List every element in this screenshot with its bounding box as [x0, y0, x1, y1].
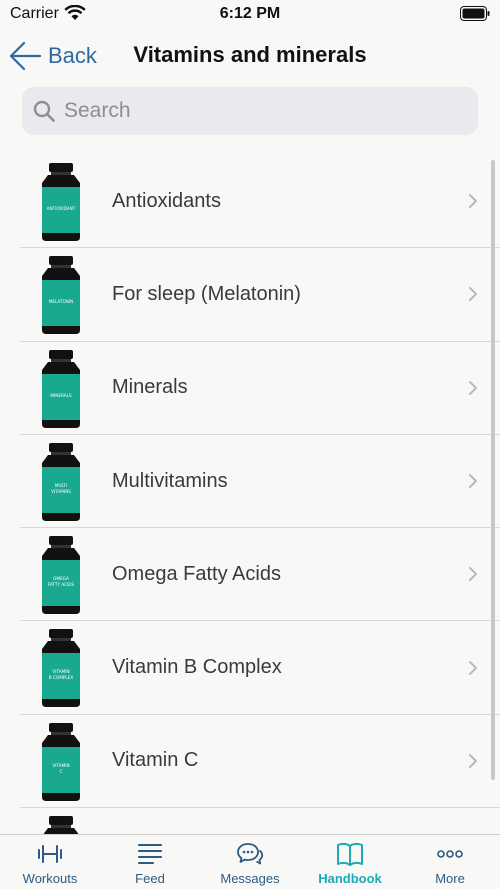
list-item-label: Vitamin B Complex: [112, 656, 282, 679]
navigation-bar: Back Vitamins and minerals: [0, 30, 500, 82]
tab-label: Messages: [220, 871, 280, 886]
bottle-label-text: VITAMIN: [52, 763, 69, 768]
more-dots-icon: [437, 850, 463, 858]
bottle-label-text: MINERALS: [50, 393, 72, 398]
tab-label: Feed: [135, 871, 165, 886]
search-bar[interactable]: [22, 87, 478, 135]
list-item-label: Vitamin C: [112, 749, 199, 772]
book-icon: [337, 842, 363, 866]
chevron-right-icon: [469, 753, 477, 768]
bottle-label-text: VITAMINS: [51, 489, 71, 494]
search-icon: [33, 100, 55, 122]
dumbbell-icon: [38, 845, 62, 863]
bottle-label-text: ANTIOXIDANT: [47, 206, 76, 211]
bottle-label-text: MULTI: [55, 483, 67, 488]
feed-lines-icon: [138, 844, 162, 864]
tab-feed[interactable]: Feed: [100, 835, 200, 889]
supplement-bottle-icon: MELATONIN: [42, 256, 80, 335]
tab-label: More: [435, 871, 465, 886]
list-item[interactable]: MULTI VITAMINS Multivitamins: [20, 435, 500, 529]
tab-handbook[interactable]: Handbook: [300, 835, 400, 889]
tab-label: Handbook: [318, 871, 382, 886]
bottle-label-text: OMEGA: [53, 576, 69, 581]
status-time: 6:12 PM: [219, 5, 281, 22]
tab-more[interactable]: More: [400, 835, 500, 889]
tab-bar: Workouts Feed Messages Handbook More: [0, 834, 500, 889]
supplement-bottle-icon: OMEGAFATTY ACIDS: [42, 536, 80, 615]
list-item-label: For sleep (Melatonin): [112, 282, 301, 305]
list-item[interactable]: MELATONIN For sleep (Melatonin): [20, 248, 500, 342]
supplement-bottle-icon: ANTIOXIDANT: [42, 163, 80, 241]
chevron-right-icon: [469, 660, 477, 675]
tab-label: Workouts: [22, 871, 78, 886]
chevron-right-icon: [469, 194, 477, 209]
list-item[interactable]: ANTIOXIDANT Antioxidants: [20, 155, 500, 249]
supplement-bottle-icon: [42, 816, 80, 835]
supplement-bottle-icon: MULTIVITAMINS: [42, 442, 80, 521]
scrollbar[interactable]: [491, 160, 495, 780]
chevron-right-icon: [469, 474, 477, 489]
search-input[interactable]: [64, 99, 444, 123]
bottle-label-text: VITAMIN: [52, 669, 69, 674]
list-item-label: Minerals: [112, 376, 188, 399]
status-bar: Carrier 6:12 PM: [0, 0, 500, 30]
list-item-label: Multivitamins: [112, 469, 228, 492]
list-item[interactable]: VITAMIN B COMPLEX Vitamin B Complex: [20, 621, 500, 715]
list-item-label: Antioxidants: [112, 189, 221, 212]
list-item[interactable]: MINERALS Minerals: [20, 342, 500, 435]
chevron-right-icon: [469, 287, 477, 302]
page-title: Vitamins and minerals: [0, 42, 500, 68]
page-title-text: Vitamins and minerals: [133, 42, 367, 67]
tab-messages[interactable]: Messages: [200, 835, 300, 889]
list-item-label: Omega Fatty Acids: [112, 562, 281, 585]
tab-workouts[interactable]: Workouts: [0, 835, 100, 889]
bottle-label-text: FATTY ACIDS: [48, 582, 75, 587]
chevron-right-icon: [469, 567, 477, 582]
bottle-label-text: C: [60, 769, 63, 774]
supplement-bottle-icon: MINERALS: [42, 349, 80, 428]
chevron-right-icon: [469, 380, 477, 395]
bottle-label-text: MELATONIN: [49, 299, 74, 304]
battery-icon: [460, 6, 490, 21]
supplement-bottle-icon: VITAMINB COMPLEX: [42, 629, 80, 708]
bottle-label-text: B COMPLEX: [49, 675, 74, 680]
supplement-bottle-icon: VITAMINC: [42, 722, 80, 801]
chat-bubbles-icon: [237, 843, 264, 865]
supplement-list: ANTIOXIDANT Antioxidants MELATONIN For slee…: [0, 155, 500, 835]
list-item[interactable]: VITAMIN C Vitamin C: [20, 715, 500, 809]
list-item[interactable]: [20, 808, 500, 835]
list-item[interactable]: OMEGA FATTY ACIDS Omega Fatty Acids: [20, 528, 500, 622]
